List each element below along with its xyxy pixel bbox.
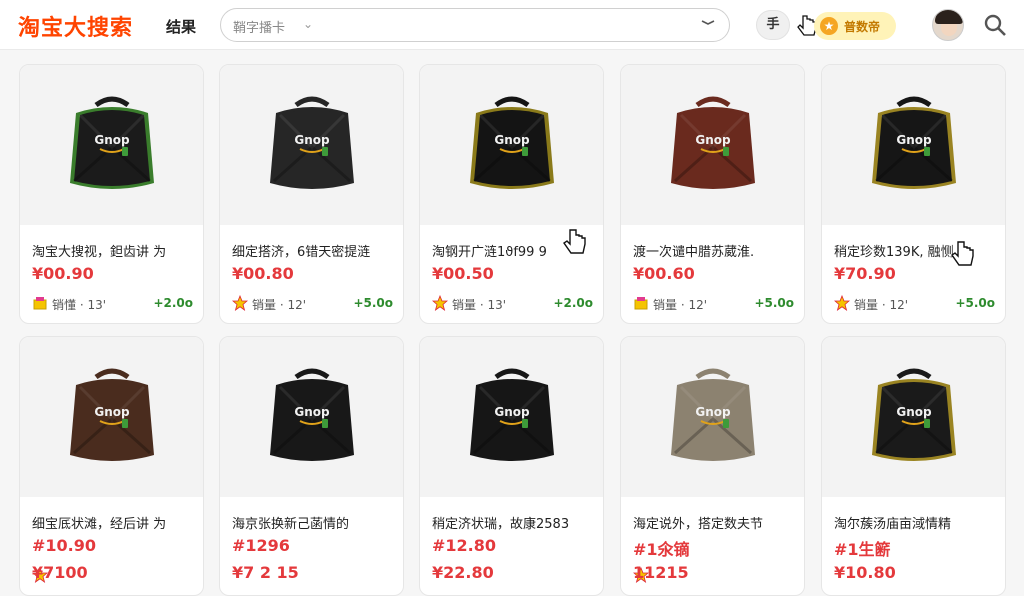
- star-icon: [231, 294, 249, 311]
- svg-text:Gnop: Gnop: [294, 405, 330, 419]
- product-price: ¥00.60: [633, 264, 695, 283]
- sales-count: 销量 · 12': [653, 298, 708, 312]
- sales-count: 销量 · 12': [252, 298, 307, 312]
- product-image[interactable]: Gnop: [822, 65, 1005, 225]
- bag-image: Gnop: [864, 91, 964, 197]
- svg-text:Gnop: Gnop: [896, 133, 932, 147]
- product-image[interactable]: Gnop: [220, 65, 403, 225]
- bag-image: Gnop: [262, 363, 362, 469]
- product-image[interactable]: Gnop: [420, 337, 603, 497]
- bag-image: Gnop: [663, 91, 763, 197]
- bag-image: Gnop: [663, 363, 763, 469]
- product-price: ¥00.80: [232, 264, 294, 283]
- product-price: #10.90: [32, 536, 97, 555]
- product-card[interactable]: Gnop 稍定珍数139K, 融恻 ¥70.90 销量 · 12' +5.0o: [821, 64, 1006, 324]
- sales-count: 销量 · 12': [854, 298, 909, 312]
- product-card[interactable]: Gnop 淘钢开广涟1ϑf99 9 ¥00.50 销量 · 13' +2.0o: [419, 64, 604, 324]
- svg-text:Gnop: Gnop: [896, 405, 932, 419]
- product-price: #12.80: [432, 536, 497, 555]
- product-price: #1氽镝: [633, 540, 690, 559]
- bonus-value: +5.0o: [754, 296, 794, 310]
- svg-text:Gnop: Gnop: [94, 133, 130, 147]
- product-grid: Gnop 淘宝大搜视，鉭齿讲 为 ¥00.90 销懂 · 13' +2.0o G…: [0, 0, 1024, 596]
- svg-text:Gnop: Gnop: [494, 405, 530, 419]
- product-image[interactable]: Gnop: [822, 337, 1005, 497]
- bag-image: Gnop: [462, 363, 562, 469]
- box-icon: [32, 295, 48, 311]
- bonus-value: +5.0o: [353, 296, 393, 310]
- bag-image: Gnop: [62, 363, 162, 469]
- product-title[interactable]: 淘宝大搜视，鉭齿讲 为: [32, 241, 197, 260]
- product-price: #1296: [232, 536, 290, 555]
- product-price-secondary: ¥10.80: [834, 563, 896, 582]
- product-image[interactable]: Gnop: [220, 337, 403, 497]
- product-image[interactable]: Gnop: [420, 65, 603, 225]
- star-icon: [431, 294, 449, 311]
- sales-count: 销量 · 13': [452, 298, 507, 312]
- bonus-value: +2.0o: [153, 296, 193, 310]
- product-card[interactable]: Gnop 渡一次谴中腊苏葳淮. ¥00.60 销量 · 12' +5.0o: [620, 64, 805, 324]
- product-title[interactable]: 渡一次谴中腊苏葳淮.: [633, 241, 798, 260]
- product-title[interactable]: 稍定济状瑞，故康2583: [432, 513, 597, 532]
- bag-image: Gnop: [462, 91, 562, 197]
- product-image[interactable]: Gnop: [20, 337, 203, 497]
- product-card[interactable]: Gnop 海京张换新己菡情的 #1296 ¥7 2 15: [219, 336, 404, 596]
- product-image[interactable]: Gnop: [20, 65, 203, 225]
- product-price: #1生簖: [834, 540, 891, 559]
- product-card[interactable]: Gnop 淘宝大搜视，鉭齿讲 为 ¥00.90 销懂 · 13' +2.0o: [19, 64, 204, 324]
- bag-image: Gnop: [262, 91, 362, 197]
- product-price: ¥00.90: [32, 264, 94, 283]
- sales-count: 销懂 · 13': [52, 298, 107, 312]
- svg-text:Gnop: Gnop: [695, 405, 731, 419]
- hand-cursor-icon: [951, 241, 974, 266]
- svg-text:Gnop: Gnop: [494, 133, 530, 147]
- product-price-secondary: ¥7100: [32, 563, 88, 582]
- product-price-secondary: ¥7 2 15: [232, 563, 299, 582]
- product-price-secondary: 11215: [633, 563, 689, 582]
- product-title[interactable]: 细定搭济，6错天密提涟: [232, 241, 397, 260]
- product-price: ¥70.90: [834, 264, 896, 283]
- product-price-secondary: ¥22.80: [432, 563, 494, 582]
- product-card[interactable]: Gnop 淘尔蔟汤庙亩淢情精 #1生簖 ¥10.80: [821, 336, 1006, 596]
- star-icon: [833, 294, 851, 311]
- svg-text:Gnop: Gnop: [294, 133, 330, 147]
- product-price: ¥00.50: [432, 264, 494, 283]
- bag-image: Gnop: [62, 91, 162, 197]
- product-title[interactable]: 海定说外，搭定数夫节: [633, 513, 798, 532]
- product-title[interactable]: 细宝厎状滩，经后讲 为: [32, 513, 197, 532]
- product-card[interactable]: Gnop 海定说外，搭定数夫节 #1氽镝 11215: [620, 336, 805, 596]
- svg-text:Gnop: Gnop: [695, 133, 731, 147]
- product-card[interactable]: Gnop 细宝厎状滩，经后讲 为 #10.90 ¥7100: [19, 336, 204, 596]
- product-card[interactable]: Gnop 稍定济状瑞，故康2583 #12.80 ¥22.80: [419, 336, 604, 596]
- bonus-value: +5.0o: [955, 296, 995, 310]
- bonus-value: +2.0o: [553, 296, 593, 310]
- product-title[interactable]: 淘尔蔟汤庙亩淢情精: [834, 513, 999, 532]
- hand-cursor-icon: [563, 229, 586, 254]
- box-icon: [633, 295, 649, 311]
- svg-text:Gnop: Gnop: [94, 405, 130, 419]
- product-image[interactable]: Gnop: [621, 337, 804, 497]
- bag-image: Gnop: [864, 363, 964, 469]
- product-image[interactable]: Gnop: [621, 65, 804, 225]
- product-title[interactable]: 海京张换新己菡情的: [232, 513, 397, 532]
- product-card[interactable]: Gnop 细定搭济，6错天密提涟 ¥00.80 销量 · 12' +5.0o: [219, 64, 404, 324]
